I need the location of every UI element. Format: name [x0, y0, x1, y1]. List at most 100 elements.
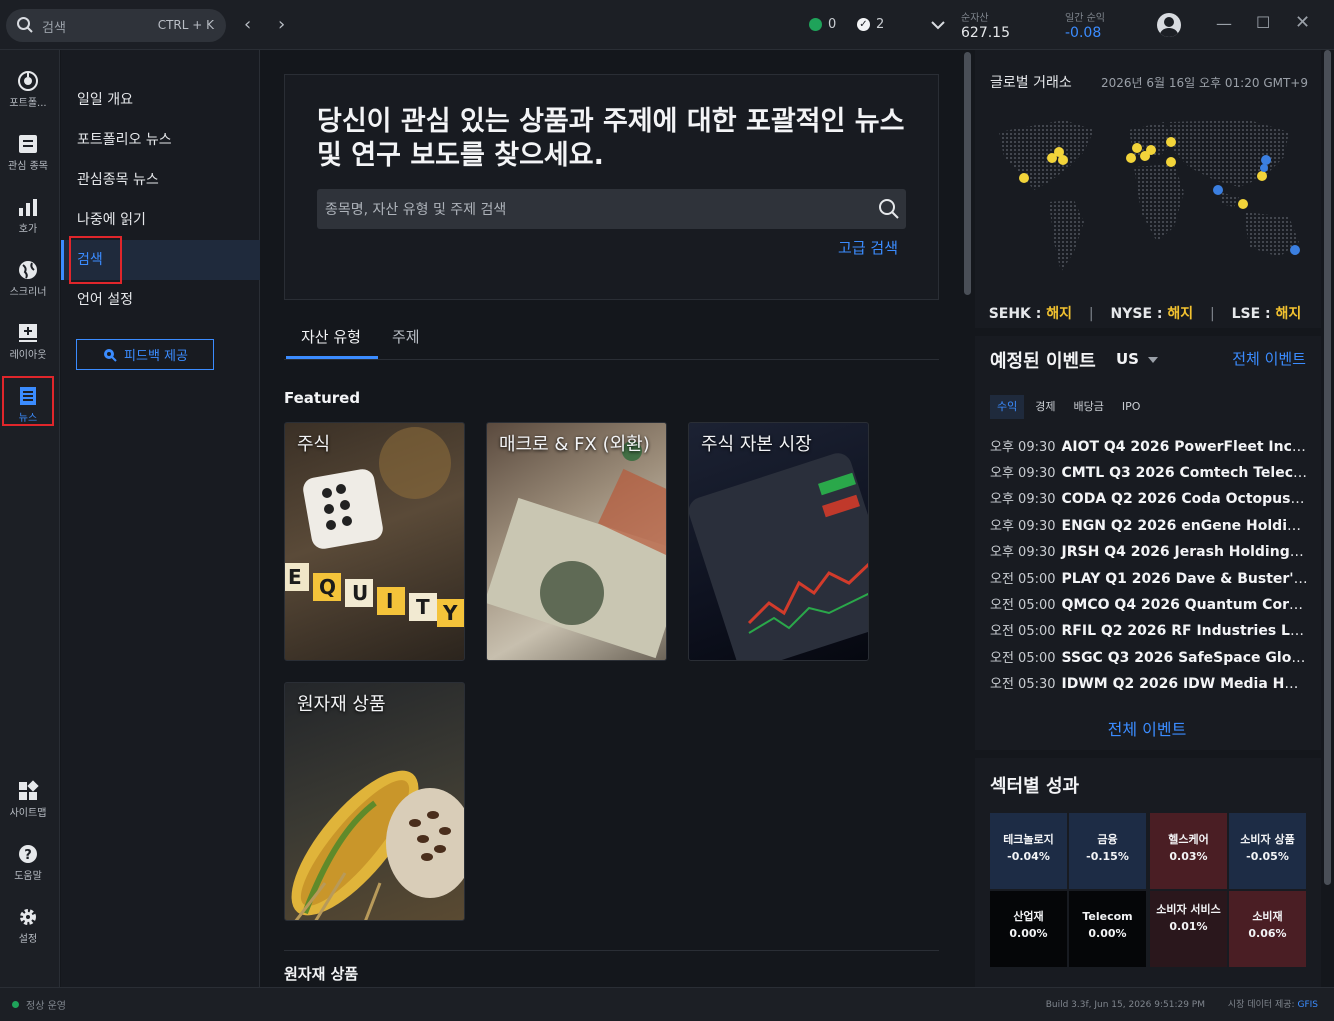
rail-item-portfolio[interactable]: 포트폴...	[0, 62, 56, 118]
rail-item-layout[interactable]: 레이아웃	[0, 314, 56, 370]
events-region-select[interactable]: US	[1116, 350, 1139, 368]
alerts-indicator[interactable]: 0	[809, 17, 836, 32]
event-row[interactable]: 오후 09:30 CODA Q2 2026 Coda Octopus Grou..…	[990, 488, 1308, 514]
menu-item-read-later[interactable]: 나중에 읽기	[61, 200, 260, 240]
tab-asset-type[interactable]: 자산 유형	[301, 326, 361, 347]
sector-tile[interactable]: 금융 -0.15%	[1069, 813, 1146, 889]
rail-item-sitemap[interactable]: 사이트맵	[0, 772, 56, 828]
card-equity[interactable]: 주식 E Q U I T Y	[284, 422, 465, 661]
right-scrollbar[interactable]	[1321, 50, 1334, 987]
chevron-down-icon[interactable]	[931, 20, 945, 30]
market-data-label: 시장 데이터 제공:	[1227, 1000, 1295, 1010]
trading-image	[689, 453, 868, 660]
all-events-link[interactable]: 전체 이벤트	[1232, 348, 1306, 369]
svg-text:Y: Y	[442, 601, 458, 625]
tasks-indicator[interactable]: ✓ 2	[857, 17, 884, 32]
highlight-box	[2, 376, 54, 426]
scrollbar-thumb[interactable]	[964, 52, 971, 295]
exchange-datetime: 2026년 6월 16일 오후 01:20 GMT+9	[1101, 76, 1308, 90]
event-row[interactable]: 오후 09:30 CMTL Q3 2026 Comtech Telecomm...	[990, 462, 1308, 488]
hero-panel: 당신이 관심 있는 상품과 주제에 대한 포괄적인 뉴스 및 연구 보도를 찾으…	[284, 74, 939, 300]
event-time: 오전 05:00	[990, 651, 1056, 666]
rail-item-help[interactable]: ? 도움말	[0, 835, 56, 891]
feedback-button[interactable]: 피드백 제공	[76, 339, 214, 370]
menu-item-watchlist-news[interactable]: 관심종목 뉴스	[61, 160, 260, 200]
rail-item-screener[interactable]: 스크리너	[0, 251, 56, 307]
caret-down-icon[interactable]	[1148, 357, 1158, 363]
all-events-bottom-link[interactable]: 전체 이벤트	[975, 716, 1319, 740]
sector-tile[interactable]: 소비자 상품 -0.05%	[1229, 813, 1306, 889]
portfolio-icon	[18, 71, 38, 91]
rail-item-settings[interactable]: 설정	[0, 898, 56, 954]
event-desc: ENGN Q2 2026 enGene Holdings In...	[1061, 518, 1308, 534]
sector-pct: 0.00%	[1088, 927, 1127, 940]
event-time: 오전 05:00	[990, 598, 1056, 613]
event-row[interactable]: 오전 05:00 RFIL Q2 2026 RF Industries Ltd E…	[990, 620, 1308, 646]
tab-topic[interactable]: 주제	[392, 326, 420, 347]
section-divider	[284, 950, 939, 951]
event-row[interactable]: 오전 05:00 PLAY Q1 2026 Dave & Buster's Ent…	[990, 568, 1308, 594]
sector-tile[interactable]: Telecom 0.00%	[1069, 891, 1146, 967]
user-avatar-icon[interactable]	[1157, 13, 1181, 37]
event-row[interactable]: 오후 09:30 JRSH Q4 2026 Jerash Holdings (US…	[990, 541, 1308, 567]
asset-tabs: 자산 유형 주제	[284, 316, 939, 360]
event-time: 오후 09:30	[990, 466, 1056, 481]
global-search[interactable]: 검색 CTRL + K	[6, 9, 226, 42]
event-row[interactable]: 오전 05:30 IDWM Q2 2026 IDW Media Holding..…	[990, 673, 1308, 699]
events-title: 예정된 이벤트	[990, 351, 1096, 372]
minimize-icon[interactable]: —	[1216, 14, 1232, 33]
back-arrow-icon[interactable]: ‹	[244, 14, 251, 35]
sector-name: 테크놀로지	[1003, 833, 1054, 846]
news-search-input[interactable]: 종목명, 자산 유형 및 주제 검색	[317, 189, 906, 229]
status-dot-icon	[809, 18, 822, 31]
help-icon: ?	[19, 845, 37, 863]
sector-tile[interactable]: 소비자 서비스 0.01%	[1150, 891, 1227, 967]
rail-item-watchlist[interactable]: 관심 종목	[0, 125, 56, 181]
chip-economy[interactable]: 경제	[1028, 395, 1062, 419]
menu-item-portfolio-news[interactable]: 포트폴리오 뉴스	[61, 120, 260, 160]
event-row[interactable]: 오후 09:30 AIOT Q4 2026 PowerFleet Inc Earn…	[990, 436, 1308, 462]
sector-name: 소비자 상품	[1240, 833, 1295, 846]
exchange-name: LSE	[1231, 306, 1261, 322]
menu-item-language[interactable]: 언어 설정	[61, 280, 260, 320]
sector-pct: -0.15%	[1086, 850, 1129, 863]
card-commodities[interactable]: 원자재 상품	[284, 682, 465, 921]
sector-tile[interactable]: 헬스케어 0.03%	[1150, 813, 1227, 889]
chip-earnings[interactable]: 수익	[990, 395, 1025, 419]
market-data-link[interactable]: GFIS	[1297, 1000, 1318, 1010]
search-placeholder: 검색	[42, 21, 66, 36]
event-desc: IDWM Q2 2026 IDW Media Holding...	[1061, 676, 1308, 692]
svg-text:T: T	[416, 595, 430, 619]
sector-tile[interactable]: 테크놀로지 -0.04%	[990, 813, 1067, 889]
maximize-icon[interactable]: ☐	[1256, 13, 1270, 32]
net-assets-label: 순자산	[961, 13, 989, 24]
commodities-image	[291, 770, 464, 920]
feedback-icon	[104, 348, 117, 362]
event-row[interactable]: 오전 05:00 QMCO Q4 2026 Quantum Corp Ear...	[990, 594, 1308, 620]
event-row[interactable]: 오전 05:00 SSGC Q3 2026 SafeSpace Global C.…	[990, 647, 1308, 673]
event-desc: RFIL Q2 2026 RF Industries Ltd Ear...	[1061, 623, 1308, 639]
sector-tile[interactable]: 산업재 0.00%	[990, 891, 1067, 967]
card-capital-markets[interactable]: 주식 자본 시장	[688, 422, 869, 661]
advanced-search-link[interactable]: 고급 검색	[838, 237, 898, 258]
sector-tile[interactable]: 소비재 0.06%	[1229, 891, 1306, 967]
exchange-status-row: SEHK : 해지 | NYSE : 해지 | LSE : 해지	[988, 306, 1302, 322]
card-title: 주식	[297, 434, 331, 455]
chip-dividends[interactable]: 배당금	[1067, 395, 1111, 419]
event-row[interactable]: 오후 09:30 ENGN Q2 2026 enGene Holdings In.…	[990, 515, 1308, 541]
forward-arrow-icon[interactable]: ›	[278, 14, 285, 35]
daily-pnl-value: -0.08	[1065, 25, 1102, 41]
status-bar: 정상 운영 Build 3.3f, Jun 15, 2026 9:51:29 P…	[0, 987, 1334, 1021]
tasks-count: 2	[876, 17, 885, 32]
card-macro-fx[interactable]: 매크로 & FX (외환)	[486, 422, 667, 661]
rail-item-quote[interactable]: 호가	[0, 188, 56, 244]
chip-ipo[interactable]: IPO	[1115, 395, 1148, 419]
status-dot-icon	[12, 1001, 19, 1008]
main-scrollbar[interactable]	[961, 50, 974, 987]
search-icon[interactable]	[878, 198, 900, 220]
scrollbar-thumb[interactable]	[1324, 50, 1331, 885]
event-desc: QMCO Q4 2026 Quantum Corp Ear...	[1061, 597, 1308, 613]
menu-item-daily-overview[interactable]: 일일 개요	[61, 80, 260, 120]
close-icon[interactable]: ✕	[1295, 12, 1310, 33]
panel-separator	[975, 750, 1334, 758]
